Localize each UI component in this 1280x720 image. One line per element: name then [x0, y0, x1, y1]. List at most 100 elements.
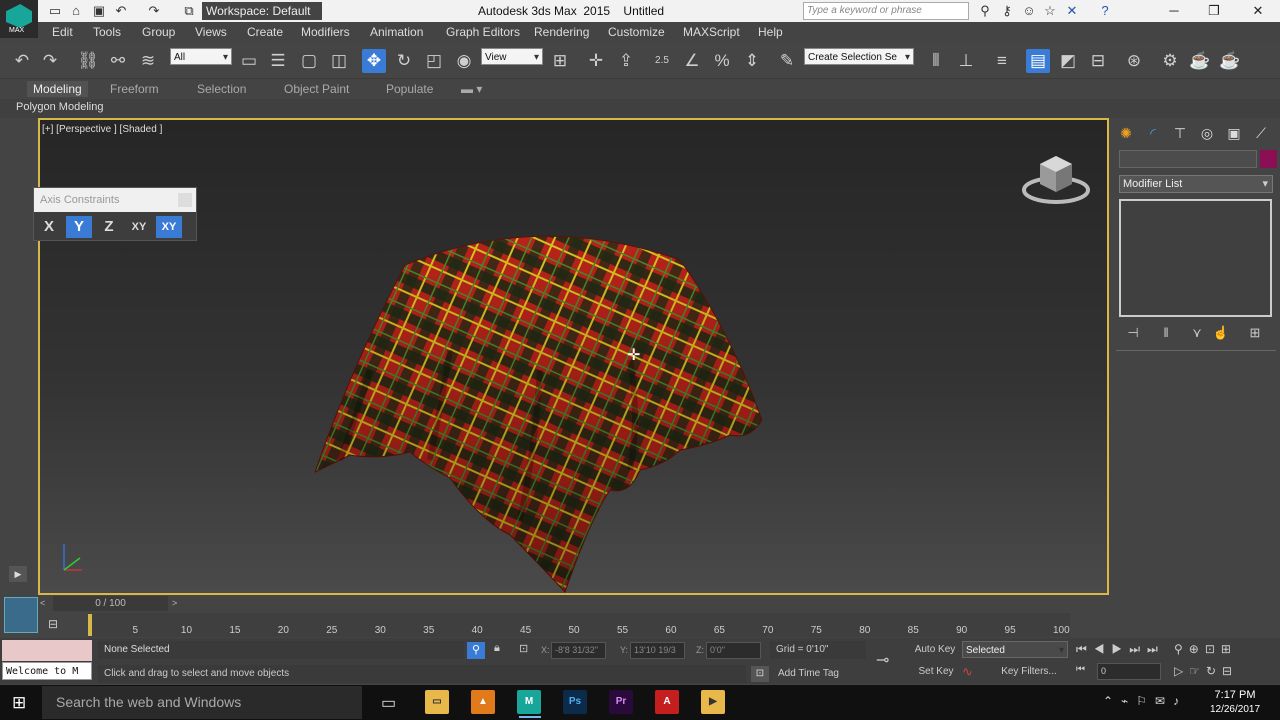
layer-explorer-icon[interactable]: ≡ [990, 49, 1014, 73]
select-manipulate-icon[interactable]: ✛ [584, 49, 608, 73]
time-slider[interactable]: 0 / 100 [53, 596, 168, 611]
modify-tab-icon[interactable]: ◜ [1142, 122, 1164, 144]
render-setup-icon[interactable]: ⚙ [1158, 49, 1182, 73]
viewport-label[interactable]: [+] [Perspective ] [Shaded ] [42, 124, 162, 135]
vlc-icon[interactable]: ▲ [471, 690, 495, 714]
material-editor-icon[interactable]: ⊛ [1122, 49, 1146, 73]
redo-icon[interactable]: ↷ [38, 49, 62, 73]
edit-named-selection-icon[interactable]: ✎ [775, 49, 799, 73]
show-end-result-icon[interactable]: ‖ [1155, 324, 1177, 342]
key-icon[interactable]: ⚷ [998, 2, 1016, 20]
hierarchy-tab-icon[interactable]: ⊤ [1169, 122, 1191, 144]
tab-selection[interactable]: Selection [191, 81, 252, 97]
snaps-toggle-icon[interactable]: 2.5 [650, 49, 674, 73]
ribbon-options-icon[interactable]: ▬ ▾ [455, 81, 488, 97]
task-view-icon[interactable]: ▭ [381, 693, 396, 713]
new-file-icon[interactable]: ▭ [46, 2, 64, 20]
system-tray-icons[interactable]: ⌃⌁⚐✉♪ [1103, 694, 1187, 708]
axis-z-button[interactable]: Z [96, 216, 122, 238]
undo-icon[interactable]: ↶ [10, 49, 34, 73]
menu-customize[interactable]: Customize [608, 25, 665, 39]
percent-snap-icon[interactable]: % [710, 49, 734, 73]
modifier-list-dropdown[interactable]: Modifier List [1119, 175, 1273, 193]
object-name-field[interactable] [1119, 150, 1257, 168]
people-icon[interactable]: ☺ [1020, 2, 1038, 20]
menu-views[interactable]: Views [195, 25, 227, 39]
set-key-button[interactable]: Set Key [913, 663, 959, 681]
unlink-icon[interactable]: ⚯ [106, 49, 130, 73]
modifier-stack[interactable] [1119, 199, 1272, 317]
taskbar-date[interactable]: 12/26/2017 [1205, 704, 1265, 715]
time-tag-icon[interactable]: ⊡ [751, 666, 769, 682]
keyboard-shortcut-icon[interactable]: ⇪ [614, 49, 638, 73]
app-logo[interactable]: MAX [0, 0, 38, 38]
save-file-icon[interactable]: ▣ [90, 2, 108, 20]
render-production-icon[interactable]: ☕ [1218, 49, 1242, 73]
premiere-icon[interactable]: Pr [609, 690, 633, 714]
track-bar-icon[interactable]: ⊟ [48, 617, 58, 631]
polygon-modeling-label[interactable]: Polygon Modeling [16, 101, 103, 113]
place-icon[interactable]: ◉ [452, 49, 476, 73]
utilities-tab-icon[interactable]: ⟋ [1250, 122, 1272, 144]
key-filters-button[interactable]: Key Filters... [990, 663, 1068, 681]
menu-maxscript[interactable]: MAXScript [683, 25, 740, 39]
star-icon[interactable]: ☆ [1041, 2, 1059, 20]
exchange-icon[interactable]: ✕ [1063, 2, 1081, 20]
remove-modifier-icon[interactable]: ☝ [1210, 324, 1232, 342]
y-coordinate-field[interactable]: 13'10 19/3 [630, 642, 685, 659]
rectangle-selection-icon[interactable]: ▢ [297, 49, 321, 73]
tab-modeling[interactable]: Modeling [27, 81, 88, 97]
media-app-icon[interactable]: ▶ [701, 690, 725, 714]
mini-listener-icon[interactable] [4, 597, 38, 633]
pin-stack-icon[interactable]: ⊣ [1122, 324, 1144, 342]
viewcube[interactable] [1022, 150, 1090, 208]
rendered-frame-window-icon[interactable]: ☕ [1188, 49, 1212, 73]
current-frame-field[interactable]: 0 [1097, 663, 1161, 680]
windows-start-icon[interactable]: ⊞ [12, 693, 26, 713]
motion-tab-icon[interactable]: ◎ [1196, 122, 1218, 144]
make-unique-icon[interactable]: ⋎ [1186, 324, 1208, 342]
object-color-swatch[interactable] [1260, 150, 1277, 168]
scale-icon[interactable]: ◰ [422, 49, 446, 73]
menu-edit[interactable]: Edit [52, 25, 73, 39]
select-object-icon[interactable]: ▭ [237, 49, 261, 73]
auto-key-button[interactable]: Auto Key [911, 641, 959, 659]
maxscript-listener-input[interactable]: Welcome to M [2, 662, 92, 680]
axis-x-button[interactable]: X [36, 216, 62, 238]
photoshop-icon[interactable]: Ps [563, 690, 587, 714]
select-by-name-icon[interactable]: ☰ [266, 49, 290, 73]
open-file-icon[interactable]: ⌂ [67, 2, 85, 20]
file-explorer-icon[interactable]: ▭ [425, 690, 449, 714]
time-prev-icon[interactable]: < [40, 598, 45, 608]
display-tab-icon[interactable]: ▣ [1223, 122, 1245, 144]
set-key-icon[interactable]: ⊸ [876, 650, 889, 670]
menu-help[interactable]: Help [758, 25, 783, 39]
menu-group[interactable]: Group [142, 25, 175, 39]
axis-y-button[interactable]: Y [66, 216, 92, 238]
tab-populate[interactable]: Populate [380, 81, 439, 97]
window-crossing-icon[interactable]: ◫ [327, 49, 351, 73]
time-next-icon[interactable]: > [172, 598, 177, 608]
add-time-tag-button[interactable]: Add Time Tag [772, 665, 866, 683]
bind-spacewarp-icon[interactable]: ≋ [136, 49, 160, 73]
rotate-icon[interactable]: ↻ [392, 49, 416, 73]
menu-modifiers[interactable]: Modifiers [301, 25, 350, 39]
scene-explorer-icon[interactable]: ▤ [1026, 49, 1050, 73]
key-mode-toggle-icon[interactable]: ⏮ [1076, 664, 1085, 675]
close-toolbar-button[interactable] [178, 193, 192, 207]
move-icon[interactable]: ✥ [362, 49, 386, 73]
taskbar-search[interactable]: Search the web and Windows [42, 686, 362, 719]
redo-icon[interactable]: ↷ [145, 2, 163, 20]
angle-snap-icon[interactable]: ∠ [680, 49, 704, 73]
taskbar-time[interactable]: 7:17 PM [1205, 689, 1265, 701]
maximize-button[interactable]: ❐ [1194, 2, 1234, 20]
undo-icon[interactable]: ↶ [112, 2, 130, 20]
menu-graph-editors[interactable]: Graph Editors [446, 25, 520, 39]
playback-controls[interactable]: ⏮◀▶⏭⏭ [1076, 642, 1165, 657]
reference-coordinate-dropdown[interactable]: View [481, 48, 543, 66]
selection-filter-dropdown[interactable]: All [170, 48, 232, 66]
expand-panel-icon[interactable]: ▶ [9, 566, 27, 582]
binoculars-icon[interactable]: ⚲ [976, 2, 994, 20]
x-coordinate-field[interactable]: -8'8 31/32" [551, 642, 606, 659]
viewport-nav-controls[interactable]: ⚲⊕⊡⊞ [1174, 642, 1237, 656]
